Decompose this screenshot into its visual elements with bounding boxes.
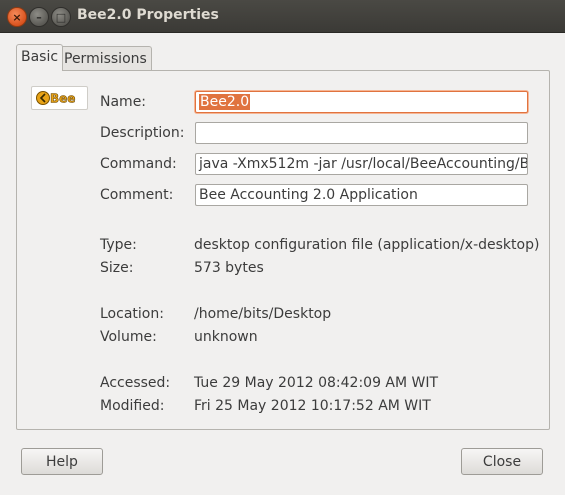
- close-button[interactable]: Close: [461, 448, 543, 475]
- name-label: Name:: [100, 94, 147, 110]
- help-button[interactable]: Help: [21, 448, 103, 475]
- comment-field[interactable]: Bee Accounting 2.0 Application: [195, 184, 528, 206]
- command-field[interactable]: java -Xmx512m -jar /usr/local/BeeAccount…: [195, 153, 528, 175]
- accessed-value: Tue 29 May 2012 08:42:09 AM WIT: [194, 375, 439, 391]
- volume-label: Volume:: [100, 329, 157, 345]
- location-label: Location:: [100, 306, 164, 322]
- window-title: Bee2.0 Properties: [77, 7, 219, 23]
- maximize-icon: □: [55, 10, 67, 24]
- window-close-button[interactable]: ×: [7, 7, 27, 27]
- name-field[interactable]: Bee2.0: [195, 91, 528, 113]
- type-value: desktop configuration file (application/…: [194, 237, 540, 253]
- location-value: /home/bits/Desktop: [194, 306, 332, 322]
- comment-label: Comment:: [100, 187, 174, 203]
- window-minimize-button[interactable]: –: [29, 7, 49, 27]
- bee-logo-icon: Bee: [35, 91, 75, 106]
- volume-value: unknown: [194, 329, 258, 345]
- modified-label: Modified:: [100, 398, 165, 414]
- application-icon[interactable]: Bee: [31, 86, 88, 110]
- minimize-icon: –: [36, 10, 42, 24]
- size-label: Size:: [100, 260, 134, 276]
- close-icon: ×: [12, 10, 22, 24]
- command-label: Command:: [100, 156, 177, 172]
- tab-permissions[interactable]: Permissions: [59, 46, 152, 71]
- bee-logo-text: Bee: [50, 92, 75, 106]
- name-field-value: Bee2.0: [199, 94, 251, 110]
- tab-basic[interactable]: Basic: [16, 44, 64, 71]
- description-field[interactable]: [195, 122, 528, 144]
- type-label: Type:: [100, 237, 137, 253]
- size-value: 573 bytes: [194, 260, 264, 276]
- window-maximize-button[interactable]: □: [51, 7, 71, 27]
- title-bar: × – □ Bee2.0 Properties: [0, 0, 565, 33]
- accessed-label: Accessed:: [100, 375, 171, 391]
- description-label: Description:: [100, 125, 185, 141]
- modified-value: Fri 25 May 2012 10:17:52 AM WIT: [194, 398, 431, 414]
